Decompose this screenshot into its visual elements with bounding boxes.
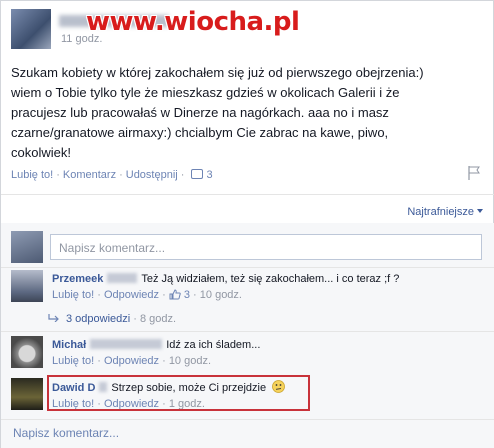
thumbs-up-icon [169, 289, 181, 300]
name-blurred [90, 339, 163, 349]
sort-label: Najtrafniejsze [407, 206, 474, 218]
name-blurred [107, 273, 138, 283]
comment-time[interactable]: 10 godz. [200, 289, 242, 301]
comment-bubble-icon [191, 169, 204, 179]
comment-reply-link[interactable]: Odpowiedz [104, 355, 159, 367]
comment-link[interactable]: Komentarz [63, 169, 116, 181]
commenter-avatar[interactable] [11, 336, 43, 368]
caret-down-icon [477, 209, 483, 213]
post-text: Szukam kobiety w której zakochałem się j… [11, 65, 424, 160]
bottom-comment-input[interactable]: Napisz komentarz... [13, 426, 119, 440]
divider [1, 267, 494, 268]
separator: · [180, 169, 185, 181]
view-replies-link[interactable]: 3 odpowiedzi · 8 godz. [48, 313, 176, 325]
separator: · [56, 169, 60, 181]
divider [1, 331, 494, 332]
comment-item: Przemeek Też Ją widziałem, też się zakoch… [52, 271, 482, 301]
comment-reply-link[interactable]: Odpowiedz [104, 289, 159, 301]
sort-dropdown[interactable]: Najtrafniejsze [407, 206, 483, 218]
replies-count-label: 3 odpowiedzi [66, 313, 131, 325]
separator: · [119, 169, 123, 181]
reply-arrow-icon [48, 314, 59, 322]
commenter-name[interactable]: Przemeek [52, 273, 103, 285]
divider [1, 419, 494, 420]
flag-icon[interactable] [467, 165, 481, 181]
comment-like-link[interactable]: Lubię to! [52, 355, 94, 367]
comment-count: 3 [206, 169, 213, 181]
author-avatar[interactable] [11, 9, 51, 49]
commenter-name[interactable]: Michał [52, 339, 86, 351]
comment-meta: Lubię to! · Odpowiedz · 10 godz. [52, 355, 212, 367]
highlight-box [47, 375, 310, 411]
divider [1, 194, 494, 195]
comment-meta: Lubię to! · Odpowiedz · 3 · 10 godz. [52, 289, 242, 301]
comment-count-link[interactable]: 3 [187, 169, 213, 181]
like-link[interactable]: Lubię to! [11, 169, 53, 181]
comment-like-link[interactable]: Lubię to! [52, 289, 94, 301]
comment-input[interactable]: Napisz komentarz... [50, 234, 482, 260]
comment-text: Idź za ich śladem... [166, 339, 261, 351]
comment-item: Michał Idź za ich śladem... Lubię to! · O… [52, 337, 482, 367]
replies-time: 8 godz. [140, 313, 177, 325]
commenter-avatar[interactable] [11, 270, 43, 302]
watermark-logo: www.wiocha.pl [86, 7, 300, 37]
current-user-avatar [11, 231, 43, 263]
share-link[interactable]: Udostępnij [126, 169, 178, 181]
commenter-avatar[interactable] [11, 378, 43, 410]
comments-section: Napisz komentarz... Przemeek Też Ją widzi… [1, 223, 494, 448]
post-actions: Lubię to! · Komentarz · Udostępnij · 3 [11, 166, 489, 185]
comment-like-count[interactable]: 3 [184, 289, 190, 301]
comment-time[interactable]: 10 godz. [169, 355, 211, 367]
comment-text: Też Ją widziałem, też się zakochałem... … [141, 273, 400, 285]
facebook-post-card: 11 godz. www.wiocha.pl Szukam kobiety w … [0, 0, 494, 448]
